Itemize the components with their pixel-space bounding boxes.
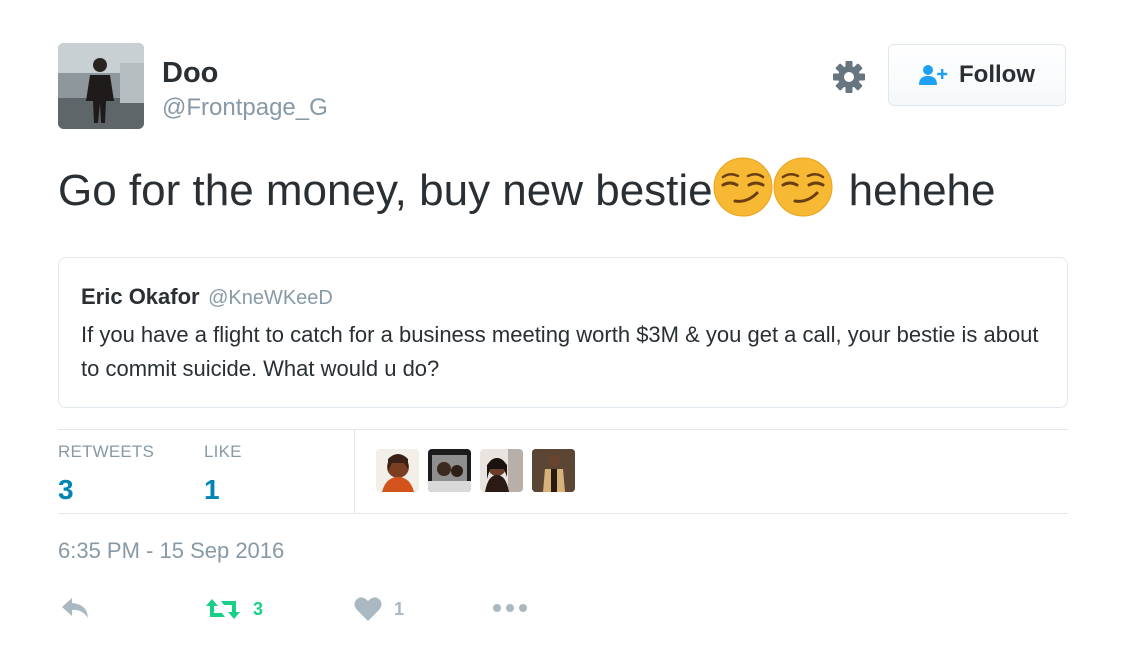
stats-bottom-divider: [58, 513, 1068, 514]
liker-avatar[interactable]: [532, 449, 575, 492]
retweets-stat[interactable]: RETWEETS 3: [58, 442, 154, 506]
smirking-face-emoji-icon: [773, 157, 833, 217]
tweet-text: Go for the money, buy new bestie hehehe: [58, 156, 995, 226]
smirking-face-emoji-icon: [713, 157, 773, 217]
heart-icon: [354, 597, 382, 621]
liker-avatar[interactable]: [428, 449, 471, 492]
reply-icon: [62, 598, 88, 618]
likes-stat[interactable]: LIKE 1: [204, 442, 242, 506]
quoted-tweet[interactable]: Eric Okafor @KneWKeeD If you have a flig…: [58, 257, 1068, 408]
more-dots-icon: [493, 604, 527, 612]
quoted-tweet-author-name: Eric Okafor: [81, 284, 200, 309]
retweet-action-count: 3: [253, 598, 264, 619]
tweet-timestamp[interactable]: 6:35 PM - 15 Sep 2016: [58, 538, 284, 564]
author-handle[interactable]: @Frontpage_G: [162, 94, 328, 122]
liker-avatars: [376, 449, 575, 492]
gear-icon[interactable]: [830, 58, 868, 96]
quoted-tweet-author-handle: @KneWKeeD: [208, 287, 333, 309]
retweet-button[interactable]: 3: [205, 596, 263, 622]
retweets-count: 3: [58, 474, 74, 505]
reply-button[interactable]: [60, 596, 92, 620]
stats-top-divider: [58, 429, 1068, 430]
quoted-tweet-header: Eric Okafor @KneWKeeD: [81, 284, 1045, 310]
author-avatar[interactable]: [58, 43, 144, 129]
follow-button[interactable]: Follow: [888, 44, 1066, 106]
stats-vertical-divider: [354, 430, 355, 513]
likes-count: 1: [204, 474, 220, 505]
more-options-button[interactable]: [492, 596, 530, 620]
liker-avatar[interactable]: [480, 449, 523, 492]
tweet-text-main: Go for the money, buy new bestie: [58, 166, 713, 215]
like-action-count: 1: [394, 598, 405, 619]
follow-user-plus-icon: [919, 65, 948, 85]
author-display-name[interactable]: Doo: [162, 56, 218, 90]
liker-avatar[interactable]: [376, 449, 419, 492]
retweets-label: RETWEETS: [58, 442, 155, 461]
retweet-icon: [206, 599, 240, 619]
follow-button-label: Follow: [959, 61, 1035, 88]
like-button[interactable]: 1: [354, 596, 404, 622]
likes-label: LIKE: [204, 442, 242, 461]
avatar-photo: [58, 43, 144, 129]
tweet-text-suffix: hehehe: [848, 166, 996, 215]
quoted-tweet-text: If you have a flight to catch for a busi…: [81, 322, 1039, 381]
